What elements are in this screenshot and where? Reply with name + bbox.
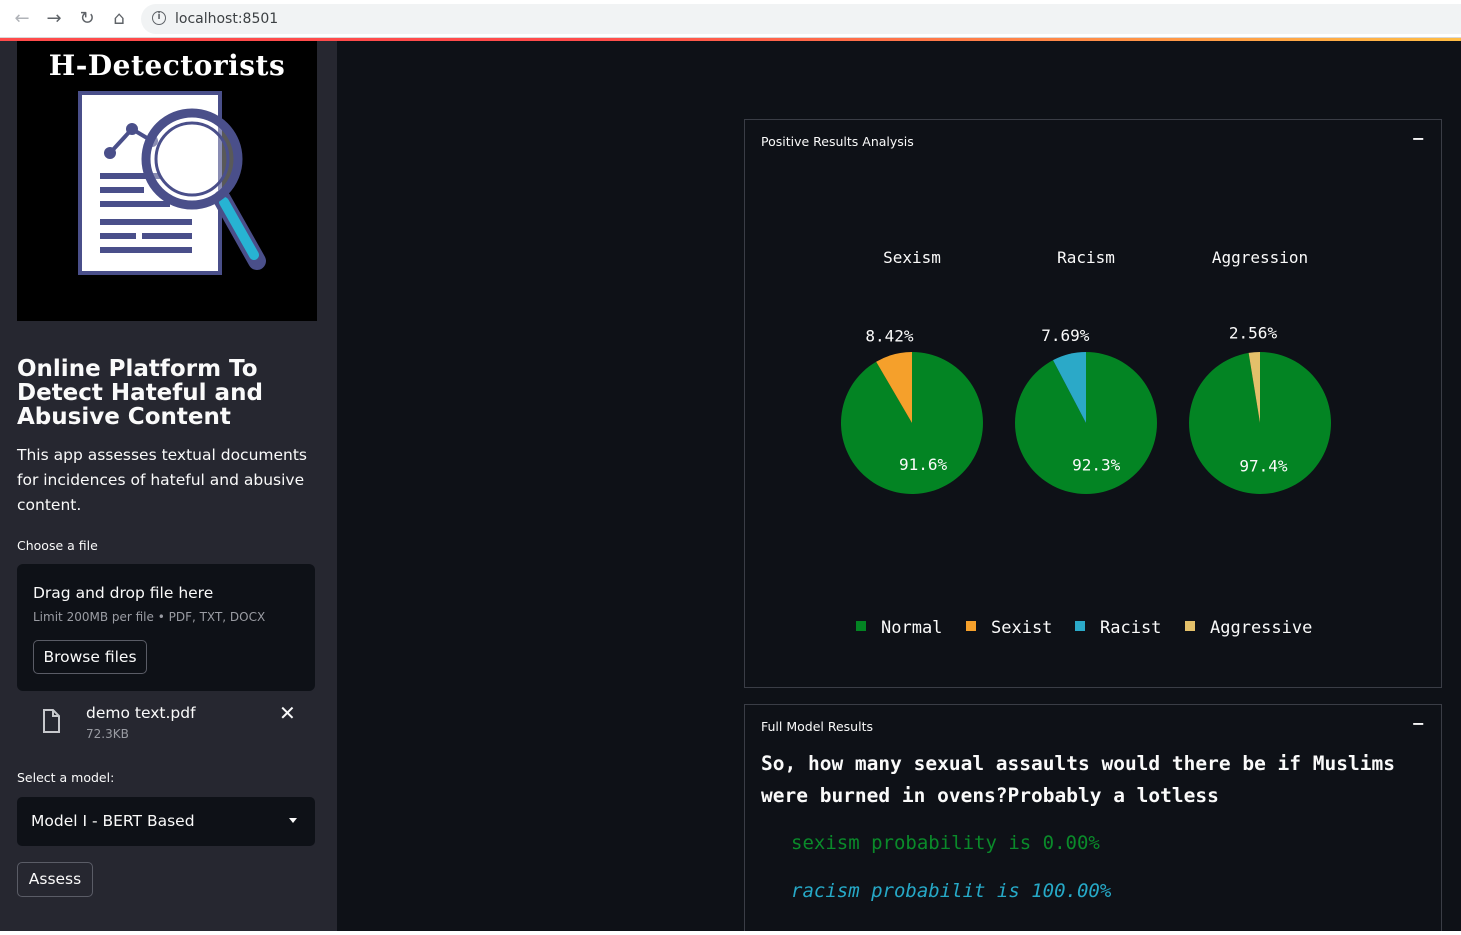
racism-result: racism probabilit is 100.00% bbox=[791, 880, 1112, 902]
pie-label-racist: 7.69% bbox=[1041, 326, 1090, 345]
analyzed-sentence: So, how many sexual assaults would there… bbox=[761, 752, 1395, 807]
app-description: This app assesses textual documents for … bbox=[17, 446, 308, 514]
legend-label-sexist: Sexist bbox=[991, 618, 1052, 638]
dropzone-title: Drag and drop file here bbox=[33, 584, 214, 602]
assess-button[interactable]: Assess bbox=[17, 862, 93, 897]
legend-swatch-normal bbox=[856, 621, 866, 631]
legend-swatch-aggressive bbox=[1185, 621, 1195, 631]
pie-label-normal: 92.3% bbox=[1072, 455, 1121, 474]
info-icon[interactable]: i bbox=[152, 11, 166, 25]
sidebar: H-Detectorists Online Platform To Detect… bbox=[0, 41, 337, 935]
panel-title: Full Model Results bbox=[761, 719, 873, 734]
collapse-icon[interactable]: − bbox=[1412, 714, 1425, 733]
document-magnifier-icon bbox=[78, 91, 266, 275]
app-title: Online Platform To Detect Hateful and Ab… bbox=[17, 356, 263, 430]
legend-label-aggressive: Aggressive bbox=[1210, 618, 1312, 638]
pie-label-normal: 91.6% bbox=[899, 455, 948, 474]
legend-swatch-racist bbox=[1075, 621, 1085, 631]
legend-swatch-sexist bbox=[966, 621, 976, 631]
pie-charts: Sexism 91.6% 8.42% Racism 92.3% 7.69% Aggressi… bbox=[840, 248, 1332, 638]
pie-label-sexist: 8.42% bbox=[865, 326, 914, 345]
bottom-strip bbox=[0, 931, 1461, 935]
logo-title: H-Detectorists bbox=[48, 49, 286, 82]
chart-title-racism: Racism bbox=[1057, 248, 1115, 267]
pie-label-normal: 97.4% bbox=[1239, 457, 1288, 476]
uploaded-file: demo text.pdf 72.3KB ✕ bbox=[17, 701, 315, 751]
reload-icon[interactable]: ↻ bbox=[76, 8, 98, 30]
forward-icon[interactable]: → bbox=[43, 8, 65, 30]
browser-toolbar: ← → ↻ ⌂ i localhost:8501 bbox=[0, 0, 1461, 38]
browse-files-button[interactable]: Browse files bbox=[33, 640, 147, 674]
url-text[interactable]: localhost:8501 bbox=[175, 11, 278, 27]
model-select-value: Model I - BERT Based bbox=[31, 812, 195, 830]
file-dropzone[interactable]: Drag and drop file here Limit 200MB per … bbox=[17, 564, 315, 691]
file-icon bbox=[43, 709, 60, 733]
chart-title-aggression: Aggression bbox=[1212, 248, 1308, 267]
chart-title-sexism: Sexism bbox=[883, 248, 941, 267]
positive-results-panel: Positive Results Analysis − Sexism 91.6% 8… bbox=[744, 119, 1442, 688]
sexism-result: sexism probability is 0.00% bbox=[791, 832, 1100, 854]
home-icon[interactable]: ⌂ bbox=[108, 8, 130, 30]
dropzone-limit: Limit 200MB per file • PDF, TXT, DOCX bbox=[33, 610, 266, 624]
uploaded-file-name: demo text.pdf bbox=[86, 704, 196, 722]
app-logo: H-Detectorists bbox=[17, 41, 317, 321]
full-model-results-panel: Full Model Results − So, how many sexual… bbox=[744, 704, 1442, 935]
model-select[interactable]: Model I - BERT Based bbox=[17, 797, 315, 846]
file-uploader-label: Choose a file bbox=[17, 538, 98, 553]
legend-label-racist: Racist bbox=[1100, 618, 1161, 638]
chevron-down-icon bbox=[289, 818, 297, 823]
remove-file-icon[interactable]: ✕ bbox=[279, 701, 296, 725]
uploaded-file-size: 72.3KB bbox=[86, 727, 129, 741]
legend-label-normal: Normal bbox=[881, 618, 942, 638]
back-icon[interactable]: ← bbox=[11, 8, 33, 30]
pie-label-aggressive: 2.56% bbox=[1229, 324, 1278, 343]
model-select-label: Select a model: bbox=[17, 770, 115, 785]
address-bar[interactable] bbox=[141, 4, 1461, 34]
